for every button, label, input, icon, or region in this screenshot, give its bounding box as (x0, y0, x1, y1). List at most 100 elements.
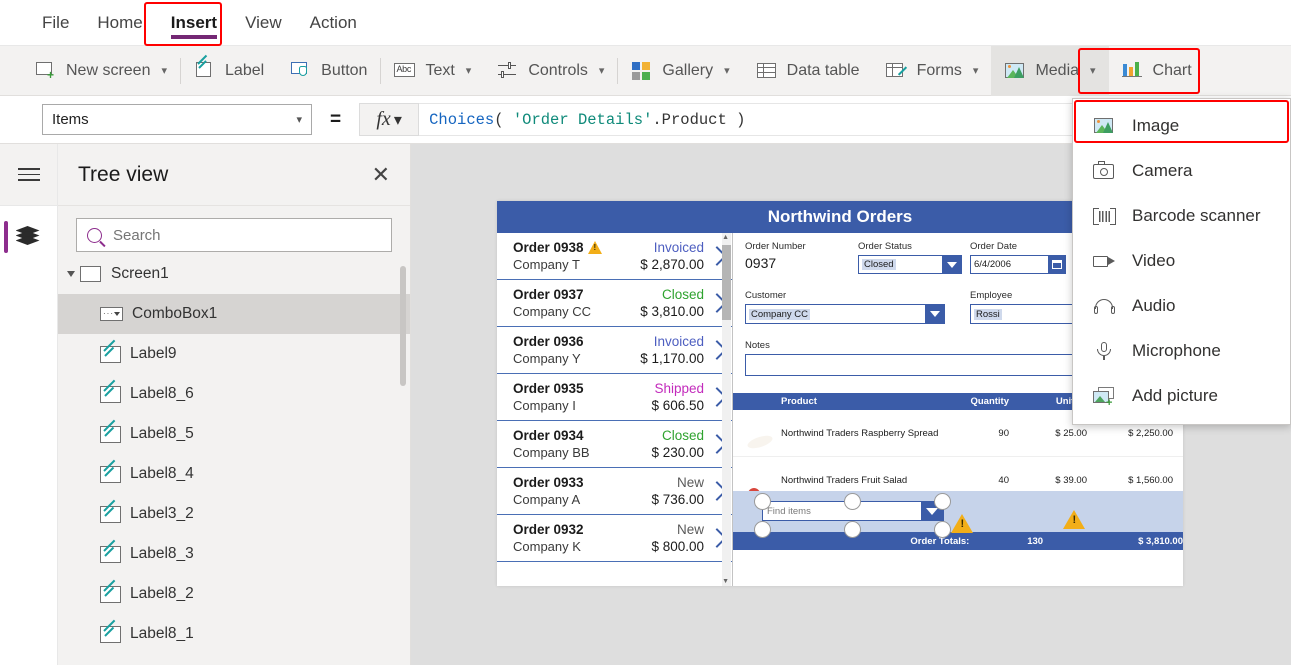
menu-item-label: Home (97, 12, 143, 32)
ribbon-media-button[interactable]: Media ▾ (991, 45, 1109, 96)
tree-node-label: Label8_4 (130, 465, 194, 482)
order-number-text: Order 0936 (513, 334, 584, 349)
resize-handle-bottom-left[interactable] (754, 521, 771, 538)
order-date-field[interactable]: 6/4/2006 (970, 255, 1066, 274)
tree-node-combobox1[interactable]: ··· ComboBox1 (58, 294, 410, 334)
ribbon-label-button[interactable]: Label (181, 46, 277, 96)
ribbon-data-table-button[interactable]: Data table (743, 46, 873, 96)
company-name: Company Y (513, 351, 581, 366)
media-image-icon (1004, 61, 1026, 81)
tree-node-label9[interactable]: Label9 (58, 334, 410, 374)
menu-item-home[interactable]: Home (83, 0, 156, 46)
gallery-item[interactable]: Order 0932 Company K New $ 800.00 (497, 515, 732, 562)
scroll-up-arrow-icon[interactable]: ▲ (722, 234, 729, 241)
menu-item-image[interactable]: Image (1073, 103, 1290, 148)
tree-node-label8_3[interactable]: Label8_3 (58, 534, 410, 574)
resize-handle-bottom-right[interactable] (934, 521, 951, 538)
menu-item-barcode-scanner[interactable]: Barcode scanner (1073, 193, 1290, 238)
tree-scrollbar-thumb[interactable] (400, 266, 406, 386)
menu-item-label: View (245, 12, 282, 32)
powerapps-studio-window: File Home Insert View Action + New scree… (0, 0, 1291, 665)
combobox-placeholder: Find items (767, 505, 811, 517)
resize-handle-top-right[interactable] (934, 493, 951, 510)
menu-item-add-picture[interactable]: + Add picture (1073, 373, 1290, 418)
gallery-scrollbar-thumb[interactable] (722, 245, 731, 320)
gallery-item[interactable]: Order 0936 Company Y Invoiced $ 1,170.00 (497, 327, 732, 374)
hamburger-menu-button[interactable] (0, 144, 57, 206)
menu-item-label: Insert (170, 12, 218, 32)
menu-item-audio[interactable]: Audio (1073, 283, 1290, 328)
chevron-down-icon: ▾ (724, 65, 730, 77)
order-status: Invoiced (653, 240, 704, 255)
tree-node-label8_2[interactable]: Label8_2 (58, 574, 410, 614)
menu-item-video[interactable]: Video (1073, 238, 1290, 283)
ribbon-button-button[interactable]: Button (277, 46, 380, 96)
tree-node-label3_2[interactable]: Label3_2 (58, 494, 410, 534)
resize-handle-top-center[interactable] (844, 493, 861, 510)
label-icon (100, 505, 121, 523)
menu-item-action[interactable]: Action (296, 0, 371, 46)
menu-item-camera[interactable]: Camera (1073, 148, 1290, 193)
menu-item-microphone[interactable]: Microphone (1073, 328, 1290, 373)
order-values: New $ 800.00 (651, 522, 710, 554)
product-total: $ 1,560.00 (1128, 474, 1173, 486)
tree-node-label8_6[interactable]: Label8_6 (58, 374, 410, 414)
tree-node-label8_5[interactable]: Label8_5 (58, 414, 410, 454)
fx-button[interactable]: fx ▾ (359, 103, 420, 136)
label-icon (100, 465, 121, 483)
layers-icon (15, 226, 42, 248)
dropdown-chevron-icon[interactable] (925, 305, 944, 323)
ribbon-controls-button[interactable]: Controls ▾ (484, 46, 617, 96)
menu-item-view[interactable]: View (231, 0, 296, 46)
calendar-icon[interactable] (1048, 256, 1065, 273)
close-icon[interactable]: ✕ (372, 163, 390, 186)
order-identity: Order 0933 Company A (513, 475, 584, 507)
ribbon-label: Controls (528, 61, 588, 79)
order-amount: $ 800.00 (651, 539, 704, 554)
product-quantity: 40 (998, 474, 1009, 486)
chevron-down-icon: ▾ (161, 65, 168, 77)
scroll-down-arrow-icon[interactable]: ▼ (722, 578, 729, 585)
property-selector[interactable]: Items ▾ (42, 104, 312, 135)
dropdown-chevron-icon[interactable] (942, 256, 961, 273)
tree-node-label8_1[interactable]: Label8_1 (58, 614, 410, 654)
order-status: Invoiced (653, 334, 704, 349)
active-tab-underline (170, 34, 218, 39)
tree-view-rail-button[interactable] (0, 206, 57, 268)
order-number: Order 0932 (513, 522, 584, 537)
tree-node-label8_4[interactable]: Label8_4 (58, 454, 410, 494)
ribbon-forms-button[interactable]: Forms ▾ (873, 46, 992, 96)
order-date-label: Order Date (970, 241, 1017, 252)
expand-triangle-icon[interactable] (67, 271, 75, 277)
camera-icon (1093, 160, 1116, 181)
order-status-dropdown[interactable]: Closed (858, 255, 962, 274)
gallery-item[interactable]: Order 0934 Company BB Closed $ 230.00 (497, 421, 732, 468)
resize-handle-bottom-center[interactable] (844, 521, 861, 538)
ribbon-new-screen-button[interactable]: + New screen ▾ (22, 46, 180, 96)
ribbon-chart-button[interactable]: Chart (1109, 46, 1205, 96)
product-total: $ 2,250.00 (1128, 427, 1173, 439)
gallery-item[interactable]: Order 0933 Company A New $ 736.00 (497, 468, 732, 515)
tree-node-screen1[interactable]: Screen1 (58, 254, 410, 294)
forms-icon (885, 61, 908, 81)
ribbon-text-button[interactable]: Abc Text ▾ (381, 46, 484, 96)
ribbon-label: New screen (66, 61, 151, 79)
gallery-item[interactable]: Order 0937 Company CC Closed $ 3,810.00 (497, 280, 732, 327)
gallery-item[interactable]: Order 0938 Company T Invoiced $ 2,870.00 (497, 233, 732, 280)
menu-item-file[interactable]: File (28, 0, 83, 46)
search-box[interactable] (76, 218, 392, 252)
label-icon (100, 385, 121, 403)
customer-dropdown[interactable]: Company CC (745, 304, 945, 324)
order-number: Order 0933 (513, 475, 584, 490)
search-input[interactable] (111, 225, 381, 245)
resize-handle-top-left[interactable] (754, 493, 771, 510)
column-header-product: Product (781, 396, 817, 407)
formula-string-literal: 'Order Details' (512, 110, 653, 129)
customer-label: Customer (745, 290, 787, 301)
order-number-text: Order 0935 (513, 381, 584, 396)
menu-item-insert[interactable]: Insert (157, 0, 231, 46)
order-status: Closed (661, 428, 704, 443)
tree-view-panel: Tree view ✕ Screen1 ··· ComboBox1 Label9 (58, 144, 411, 665)
gallery-item[interactable]: Order 0935 Company I Shipped $ 606.50 (497, 374, 732, 421)
ribbon-gallery-button[interactable]: Gallery ▾ (618, 46, 742, 96)
